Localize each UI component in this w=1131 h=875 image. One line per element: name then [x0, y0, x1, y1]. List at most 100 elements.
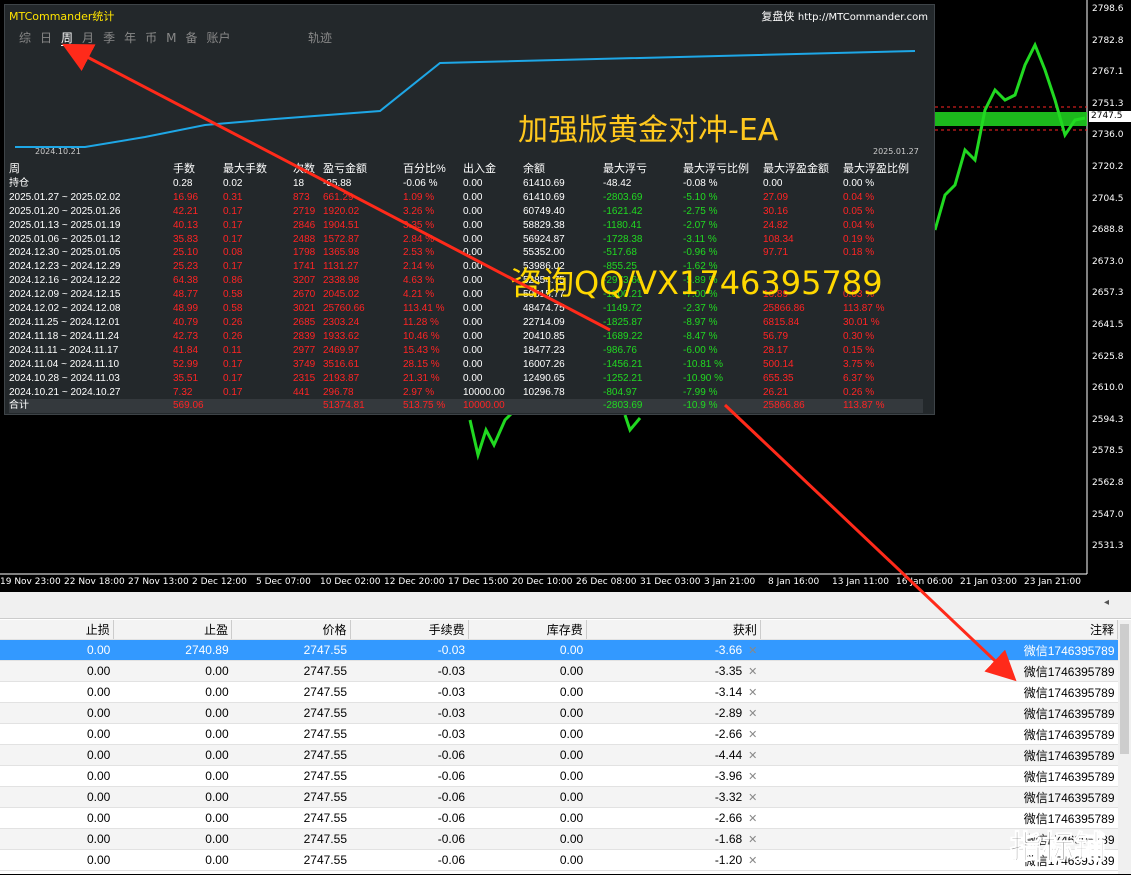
curve-end-date: 2025.01.27: [873, 147, 919, 156]
stats-cell: -8.47 %: [683, 330, 718, 342]
order-profit: -3.32 ✕: [586, 786, 761, 808]
close-order-icon[interactable]: ✕: [742, 645, 757, 657]
order-cell: 2747.55: [231, 660, 350, 682]
order-row[interactable]: 0.00 0.00 2747.55 -0.06 0.00 -1.68 ✕ 微信17463957…: [0, 828, 1118, 850]
stats-cell: -1728.38: [603, 233, 643, 245]
order-row[interactable]: 0.00 0.00 2747.55 -0.03 0.00 -2.66 ✕ 微信17463957…: [0, 723, 1118, 745]
stats-cell: 0.00: [763, 177, 783, 189]
stats-cell: 2670: [293, 289, 316, 301]
stats-cell: 2.84 %: [403, 233, 435, 245]
close-order-icon[interactable]: ✕: [742, 687, 757, 699]
column-header[interactable]: 注释: [760, 620, 1119, 640]
stats-row: 周 手数 最大手数 次数 盈亏金额 百分比% 出入金 余额 最大浮亏 最大浮亏比例 最大浮盈金额 最大…: [9, 163, 923, 177]
order-cell: 2747.55: [231, 807, 350, 829]
order-row[interactable]: 0.00 0.00 2747.55 -0.06 0.00 -1.20 ✕ 微信17463957…: [0, 849, 1118, 871]
stats-cell: 10000.00: [463, 399, 523, 414]
column-header[interactable]: 止盈: [113, 620, 233, 640]
order-row[interactable]: 0.00 0.00 2747.55 -0.06 0.00 -3.96 ✕ 微信17463957…: [0, 765, 1118, 787]
close-order-icon[interactable]: ✕: [742, 834, 757, 846]
close-order-icon[interactable]: ✕: [742, 771, 757, 783]
order-cell: -0.06: [350, 765, 469, 787]
stats-cell: 11.28 %: [403, 316, 439, 328]
stats-cell: -1825.87: [603, 316, 643, 328]
tab-备[interactable]: 备: [185, 31, 197, 45]
stats-cell: 2025.01.20 ~ 2025.01.26: [9, 205, 121, 217]
stats-cell: -1180.41: [603, 219, 642, 231]
tab-账户[interactable]: 账户: [206, 31, 230, 45]
order-cell: 0.00: [0, 702, 114, 724]
order-row[interactable]: 0.00 0.00 2747.55 -0.06 0.00 -3.32 ✕ 微信17463957…: [0, 786, 1118, 808]
stats-cell: 0.00: [463, 191, 483, 203]
column-header[interactable]: 获利: [586, 620, 761, 640]
scroll-left-icon[interactable]: ◂: [1104, 597, 1109, 608]
order-cell: 0.00: [0, 639, 114, 661]
order-row[interactable]: 0.00 0.00 2747.55 -0.06 0.00 -2.66 ✕ 微信17463957…: [0, 807, 1118, 829]
order-row[interactable]: 0.00 0.00 2747.55 -0.03 0.00 -3.35 ✕ 微信17463957…: [0, 660, 1118, 682]
stats-cell: 合计: [9, 399, 173, 414]
close-order-icon[interactable]: ✕: [742, 750, 757, 762]
close-order-icon[interactable]: ✕: [742, 855, 757, 867]
panel-link-url[interactable]: http://MTCommander.com: [798, 12, 928, 23]
profit-value: -3.66: [714, 643, 743, 657]
stats-cell: [293, 399, 323, 414]
tab-月[interactable]: 月: [82, 31, 94, 45]
order-cell: 0.00: [113, 660, 232, 682]
svg-text:指标铺: 指标铺: [1010, 828, 1106, 866]
tab-track[interactable]: 轨迹: [308, 29, 332, 46]
order-cell: 2747.55: [231, 786, 350, 808]
stats-cell: 25.10: [173, 247, 199, 259]
stats-cell: 441: [293, 386, 310, 398]
close-order-icon[interactable]: ✕: [742, 666, 757, 678]
horizontal-scrollbar[interactable]: ◂: [0, 592, 1131, 619]
tab-币[interactable]: 币: [145, 31, 157, 45]
stats-cell: 21.31 %: [403, 372, 440, 384]
close-order-icon[interactable]: ✕: [742, 792, 757, 804]
price-axis-label: 2782.8: [1092, 35, 1124, 46]
tab-综[interactable]: 综: [19, 31, 31, 45]
vertical-scrollbar[interactable]: [1118, 620, 1131, 874]
column-header[interactable]: 库存费: [468, 620, 587, 640]
column-header[interactable]: 止损: [0, 620, 114, 640]
current-price-label: 2747.5: [1089, 111, 1131, 122]
stats-cell: 0.30 %: [843, 330, 875, 342]
order-cell: 2747.55: [231, 828, 350, 850]
stats-cell: 0.17: [223, 205, 243, 217]
stats-cell: 7.32: [173, 386, 193, 398]
panel-link[interactable]: 复盘侠 http://MTCommander.com: [761, 8, 928, 24]
close-order-icon[interactable]: ✕: [742, 708, 757, 720]
stats-cell: 盈亏金额: [323, 163, 367, 175]
order-row[interactable]: 0.00 0.00 2747.55 -0.03 0.00 -3.14 ✕ 微信17463957…: [0, 681, 1118, 703]
order-row[interactable]: 0.00 2740.89 2747.55 -0.03 0.00 -3.66 ✕ 微信17463…: [0, 639, 1118, 661]
tab-季[interactable]: 季: [103, 31, 115, 45]
stats-cell: 0.17: [223, 386, 243, 398]
order-comment: 微信1746395789: [760, 702, 1118, 724]
time-axis-label: 2 Dec 12:00: [192, 577, 247, 587]
stats-cell: 30.01 %: [843, 316, 880, 328]
stats-cell: 3.26 %: [403, 205, 435, 217]
column-header[interactable]: 手续费: [350, 620, 469, 640]
stats-cell: 1741: [293, 261, 316, 273]
column-header[interactable]: 价格: [231, 620, 351, 640]
order-row[interactable]: 0.00 0.00 2747.55 -0.06 0.00 -4.44 ✕ 微信17463957…: [0, 744, 1118, 766]
stats-cell: 0.00: [463, 303, 483, 315]
close-order-icon[interactable]: ✕: [742, 813, 757, 825]
period-tabs: 综日周月季年币 M 备账户: [19, 29, 240, 46]
price-axis-label: 2531.3: [1092, 541, 1124, 552]
time-axis-label: 8 Jan 16:00: [768, 577, 820, 587]
order-profit: -2.66 ✕: [586, 807, 761, 829]
stats-cell: [223, 399, 293, 414]
tab-M[interactable]: M: [166, 31, 176, 45]
stats-row: 2024.11.04 ~ 2024.11.10 52.99 0.17 3749 3516…: [9, 358, 923, 372]
order-row[interactable]: 0.00 0.00 2747.55 -0.03 0.00 -2.89 ✕ 微信17463957…: [0, 702, 1118, 724]
stats-cell: 25866.86: [763, 303, 805, 315]
scroll-thumb[interactable]: [1120, 624, 1129, 754]
time-axis-label: 3 Jan 21:00: [704, 577, 756, 587]
tab-周[interactable]: 周: [61, 31, 74, 46]
price-axis-label: 2547.0: [1092, 509, 1124, 520]
close-order-icon[interactable]: ✕: [742, 729, 757, 741]
tab-年[interactable]: 年: [124, 31, 136, 45]
stats-cell: -1689.22: [603, 330, 643, 342]
order-cell: 0.00: [113, 828, 232, 850]
tab-日[interactable]: 日: [40, 31, 52, 45]
profit-value: -2.66: [714, 727, 743, 741]
